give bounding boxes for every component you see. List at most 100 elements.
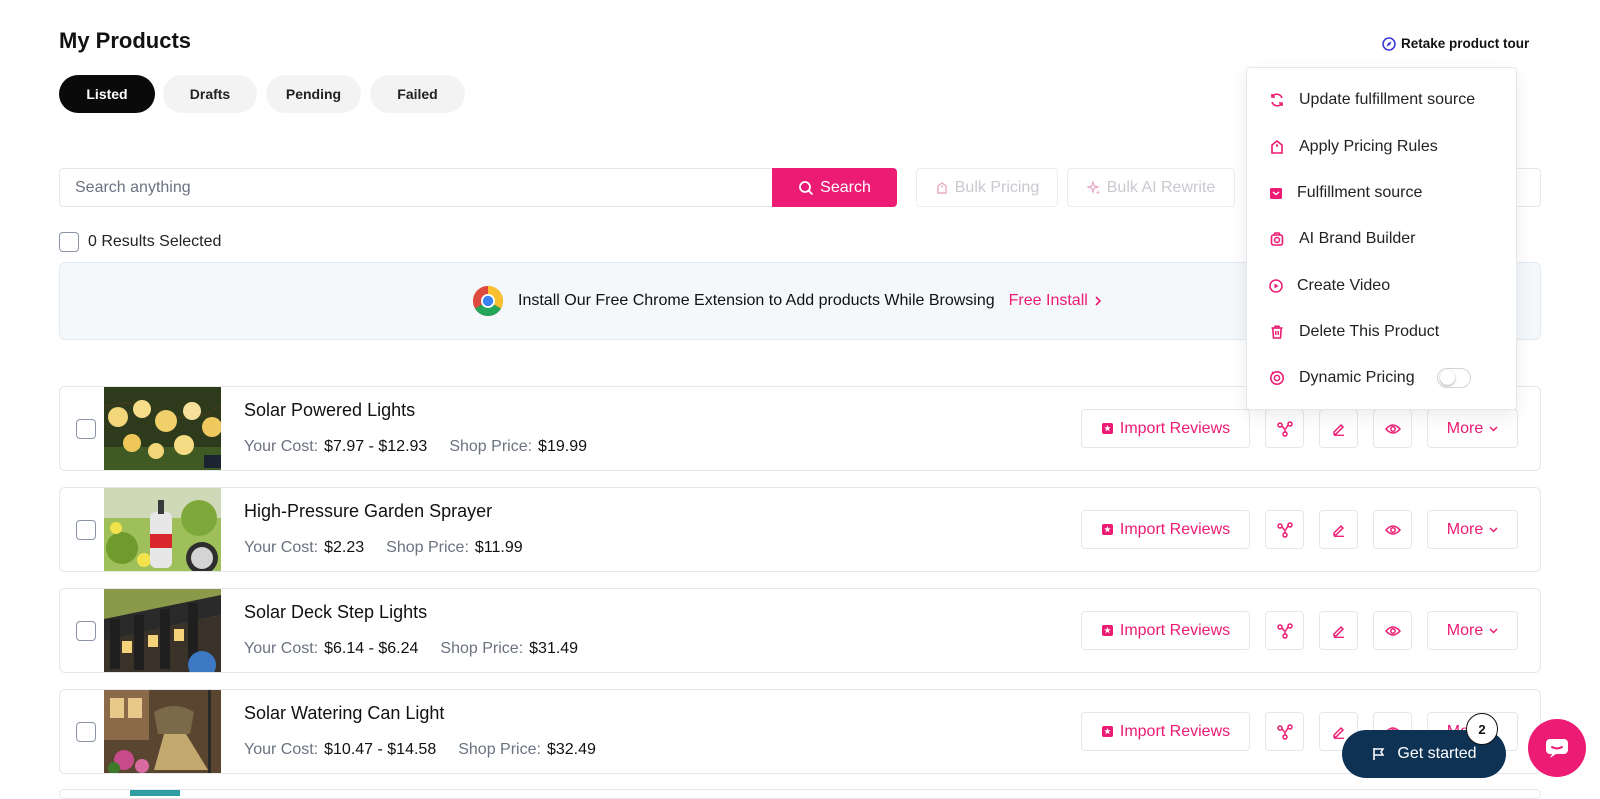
- search-button[interactable]: Search: [772, 168, 897, 207]
- menu-item-ai-brand-builder[interactable]: AI Brand Builder: [1269, 230, 1416, 248]
- import-reviews-button[interactable]: Import Reviews: [1081, 409, 1250, 448]
- product-image: [130, 790, 180, 796]
- retake-tour-link[interactable]: Retake product tour: [1382, 36, 1529, 51]
- menu-item-delete-product[interactable]: Delete This Product: [1269, 323, 1439, 341]
- pencil-icon: [1332, 523, 1346, 537]
- eye-icon: [1384, 625, 1401, 637]
- import-reviews-icon: [1101, 523, 1114, 536]
- chevron-down-icon: [1489, 627, 1498, 634]
- menu-item-dynamic-pricing[interactable]: Dynamic Pricing: [1269, 368, 1471, 388]
- view-button[interactable]: [1373, 611, 1412, 650]
- import-reviews-icon: [1101, 624, 1114, 637]
- view-button[interactable]: [1373, 409, 1412, 448]
- dynamic-pricing-toggle[interactable]: [1436, 368, 1471, 388]
- product-image: [104, 589, 221, 672]
- more-button[interactable]: More: [1427, 611, 1518, 650]
- tab-drafts[interactable]: Drafts: [163, 75, 257, 113]
- product-name[interactable]: High-Pressure Garden Sprayer: [244, 501, 492, 522]
- product-name[interactable]: Solar Deck Step Lights: [244, 602, 427, 623]
- menu-item-apply-pricing-rules[interactable]: Apply Pricing Rules: [1269, 138, 1438, 156]
- sparkle-icon: [1086, 180, 1101, 195]
- eye-icon: [1384, 423, 1401, 435]
- menu-item-fulfillment-source[interactable]: Fulfillment source: [1269, 184, 1422, 202]
- dynamic-pricing-icon: [1269, 370, 1285, 386]
- import-reviews-label: Import Reviews: [1119, 722, 1231, 740]
- menu-item-label: Delete This Product: [1299, 323, 1440, 340]
- shop-price-value: $32.49: [546, 741, 596, 758]
- share-button[interactable]: [1265, 712, 1304, 751]
- more-label: More: [1446, 621, 1484, 639]
- more-label: More: [1446, 419, 1484, 437]
- chrome-icon: [472, 285, 504, 317]
- price-tag-icon: [935, 181, 949, 195]
- your-cost-value: $10.47 - $14.58: [324, 741, 437, 758]
- more-button[interactable]: More: [1427, 409, 1518, 448]
- tab-listed[interactable]: Listed: [59, 75, 155, 113]
- share-button[interactable]: [1265, 611, 1304, 650]
- product-row: High-Pressure Garden Sprayer Your Cost: $…: [59, 487, 1541, 572]
- free-install-link[interactable]: Free Install: [1009, 292, 1102, 310]
- edit-button[interactable]: [1319, 510, 1358, 549]
- bulk-ai-rewrite-button[interactable]: Bulk AI Rewrite: [1067, 168, 1235, 207]
- refresh-icon: [1269, 92, 1285, 108]
- search-input[interactable]: [59, 168, 773, 207]
- free-install-label: Free Install: [1008, 292, 1088, 309]
- more-label: More: [1446, 520, 1484, 538]
- menu-item-label: Apply Pricing Rules: [1299, 138, 1438, 155]
- import-reviews-icon: [1101, 422, 1114, 435]
- shop-price-value: $11.99: [474, 539, 523, 556]
- chat-widget-button[interactable]: [1528, 719, 1586, 777]
- chevron-right-icon: [1094, 296, 1102, 306]
- your-cost-label: Your Cost:: [244, 438, 319, 455]
- import-reviews-icon: [1101, 725, 1114, 738]
- retake-tour-label: Retake product tour: [1401, 36, 1530, 51]
- view-button[interactable]: [1373, 510, 1412, 549]
- product-checkbox[interactable]: [76, 419, 96, 439]
- edit-button[interactable]: [1319, 409, 1358, 448]
- product-name[interactable]: Solar Watering Can Light: [244, 703, 444, 724]
- more-actions-menu: Update fulfillment source Apply Pricing …: [1246, 67, 1517, 410]
- import-reviews-button[interactable]: Import Reviews: [1081, 712, 1250, 751]
- get-started-label: Get started: [1397, 745, 1477, 762]
- eye-icon: [1384, 524, 1401, 536]
- import-reviews-button[interactable]: Import Reviews: [1081, 611, 1250, 650]
- share-icon: [1276, 723, 1293, 740]
- product-row: Solar Watering Can Light Your Cost: $10.4…: [59, 689, 1541, 774]
- bulk-ai-rewrite-label: Bulk AI Rewrite: [1106, 178, 1216, 196]
- shop-price-value: $19.99: [538, 438, 587, 455]
- import-reviews-label: Import Reviews: [1119, 419, 1231, 437]
- share-icon: [1276, 622, 1293, 639]
- get-started-count-badge: 2: [1466, 713, 1498, 745]
- import-reviews-label: Import Reviews: [1119, 520, 1231, 538]
- bulk-pricing-button[interactable]: Bulk Pricing: [916, 168, 1058, 207]
- product-row: [59, 789, 1541, 799]
- product-checkbox[interactable]: [76, 621, 96, 641]
- box-icon: [1269, 186, 1283, 200]
- chevron-down-icon: [1489, 526, 1498, 533]
- product-checkbox[interactable]: [76, 520, 96, 540]
- search-button-label: Search: [820, 178, 871, 196]
- product-name[interactable]: Solar Powered Lights: [244, 400, 415, 421]
- menu-item-label: Update fulfillment source: [1299, 91, 1476, 108]
- share-button[interactable]: [1265, 510, 1304, 549]
- import-reviews-button[interactable]: Import Reviews: [1081, 510, 1250, 549]
- edit-button[interactable]: [1319, 611, 1358, 650]
- tab-pending[interactable]: Pending: [266, 75, 361, 113]
- menu-item-update-fulfillment[interactable]: Update fulfillment source: [1269, 91, 1475, 109]
- menu-item-label: AI Brand Builder: [1299, 230, 1416, 247]
- menu-item-create-video[interactable]: Create Video: [1269, 277, 1390, 295]
- more-button[interactable]: More: [1427, 510, 1518, 549]
- product-checkbox[interactable]: [76, 722, 96, 742]
- product-image: [104, 488, 221, 571]
- product-row: Solar Deck Step Lights Your Cost: $6.14 -…: [59, 588, 1541, 673]
- chat-icon: [1544, 736, 1570, 760]
- search-icon: [798, 180, 814, 196]
- bulk-pricing-label: Bulk Pricing: [954, 178, 1040, 196]
- tab-failed[interactable]: Failed: [370, 75, 465, 113]
- select-all-checkbox[interactable]: [59, 232, 79, 252]
- share-button[interactable]: [1265, 409, 1304, 448]
- chevron-down-icon: [1489, 425, 1498, 432]
- results-selected-label: 0 Results Selected: [88, 233, 222, 250]
- shop-price-label: Shop Price:: [458, 741, 541, 758]
- menu-item-label: Fulfillment source: [1297, 184, 1423, 201]
